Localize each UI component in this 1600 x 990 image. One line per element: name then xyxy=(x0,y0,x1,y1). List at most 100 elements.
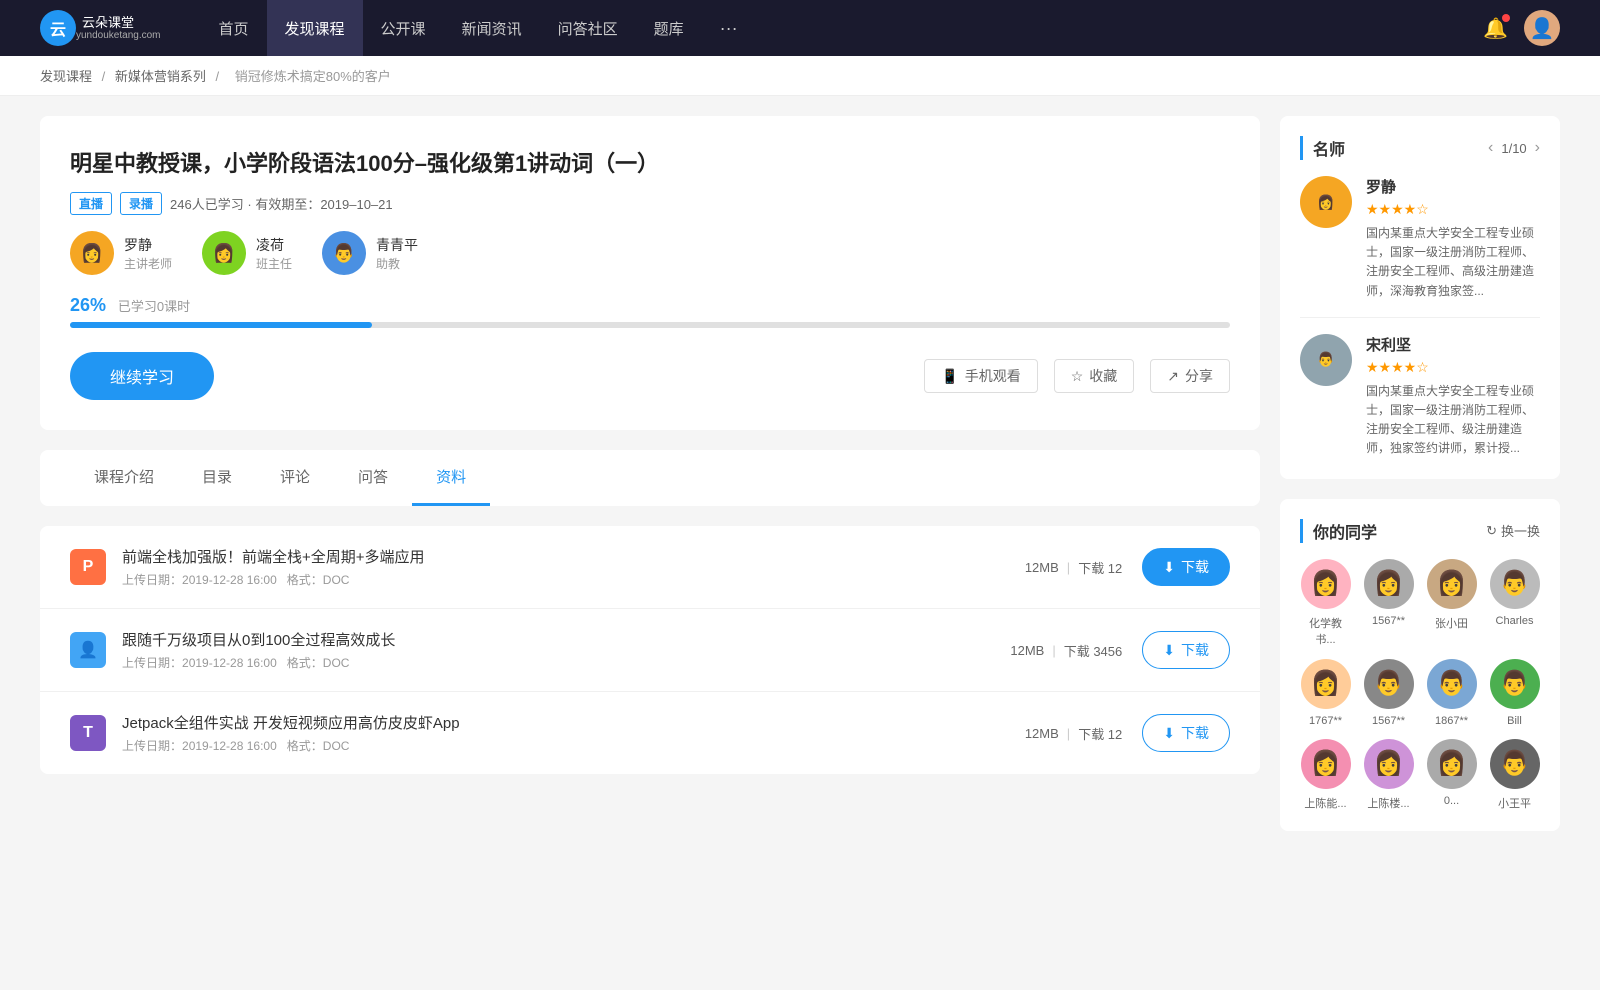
classmate-item-9: 👩 上陈能... xyxy=(1300,739,1351,811)
resource-meta-1: 上传日期：2019-12-28 16:00 格式：DOC xyxy=(122,571,1025,588)
classmates-grid: 👩 化学教书... 👩 1567** 👩 张小田 👨 Charles 👩 xyxy=(1300,559,1540,811)
teacher-name-3: 青青平 xyxy=(376,235,418,255)
teacher-role-3: 助教 xyxy=(376,255,418,272)
classmate-avatar-8: 👨 xyxy=(1490,659,1540,709)
logo[interactable]: 云 云朵课堂 yundouketang.com xyxy=(40,10,161,46)
tab-catalog[interactable]: 目录 xyxy=(178,450,256,506)
navbar: 云 云朵课堂 yundouketang.com 首页 发现课程 公开课 新闻资讯… xyxy=(0,0,1600,56)
nav-discover[interactable]: 发现课程 xyxy=(267,0,363,56)
logo-icon: 云 xyxy=(40,10,76,46)
resource-meta-3: 上传日期：2019-12-28 16:00 格式：DOC xyxy=(122,737,1025,754)
course-title: 明星中教授课，小学阶段语法100分–强化级第1讲动词（一） xyxy=(70,146,1230,178)
teacher-card-name-1: 罗静 xyxy=(1366,176,1540,197)
download-button-1[interactable]: ⬇ 下载 xyxy=(1142,548,1230,586)
classmate-avatar-9: 👩 xyxy=(1301,739,1351,789)
classmate-avatar-2: 👩 xyxy=(1364,559,1414,609)
classmate-avatar-5: 👩 xyxy=(1301,659,1351,709)
download-button-2[interactable]: ⬇ 下载 xyxy=(1142,631,1230,669)
teacher-card-avatar-1: 👩 xyxy=(1300,176,1352,228)
classmate-name-2: 1567** xyxy=(1372,615,1405,627)
resource-name-1: 前端全栈加强版！前端全栈+全周期+多端应用 xyxy=(122,546,1025,567)
classmate-name-10: 上陈楼... xyxy=(1367,795,1409,811)
nav-qa[interactable]: 问答社区 xyxy=(540,0,636,56)
progress-section: 26% 已学习0课时 xyxy=(70,295,1230,328)
panel-next-btn[interactable]: › xyxy=(1535,139,1540,157)
nav-home[interactable]: 首页 xyxy=(201,0,267,56)
classmates-title: 你的同学 xyxy=(1300,519,1377,543)
breadcrumb-sep-1: / xyxy=(102,69,109,84)
panel-prev-btn[interactable]: ‹ xyxy=(1488,139,1493,157)
nav-items: 首页 发现课程 公开课 新闻资讯 问答社区 题库 ··· xyxy=(201,0,1484,56)
phone-icon: 📱 xyxy=(941,368,958,385)
download-icon-3: ⬇ xyxy=(1163,725,1175,742)
resource-list: P 前端全栈加强版！前端全栈+全周期+多端应用 上传日期：2019-12-28 … xyxy=(40,526,1260,774)
breadcrumb: 发现课程 / 新媒体营销系列 / 销冠修炼术搞定80%的客户 xyxy=(0,56,1600,96)
course-card: 明星中教授课，小学阶段语法100分–强化级第1讲动词（一） 直播 录播 246人… xyxy=(40,116,1260,430)
panel-nav: ‹ 1/10 › xyxy=(1488,139,1540,157)
classmate-name-1: 化学教书... xyxy=(1300,615,1351,647)
classmate-avatar-6: 👨 xyxy=(1364,659,1414,709)
resource-stats-1: 12MB | 下载 12 xyxy=(1025,558,1122,577)
action-btns: 📱 手机观看 ☆ 收藏 ↗ 分享 xyxy=(924,359,1230,393)
breadcrumb-link-series[interactable]: 新媒体营销系列 xyxy=(115,69,206,84)
resource-name-2: 跟随千万级项目从0到100全过程高效成长 xyxy=(122,629,1010,650)
resource-info-2: 跟随千万级项目从0到100全过程高效成长 上传日期：2019-12-28 16:… xyxy=(122,629,1010,671)
badge-record: 录播 xyxy=(120,192,162,215)
classmate-item-2: 👩 1567** xyxy=(1363,559,1414,647)
nav-exam[interactable]: 题库 xyxy=(636,0,702,56)
classmate-item-10: 👩 上陈楼... xyxy=(1363,739,1414,811)
classmate-item-1: 👩 化学教书... xyxy=(1300,559,1351,647)
star-icon: ☆ xyxy=(1071,368,1084,385)
teacher-avatar-3: 👨 xyxy=(322,231,366,275)
collect-button[interactable]: ☆ 收藏 xyxy=(1054,359,1135,393)
download-button-3[interactable]: ⬇ 下载 xyxy=(1142,714,1230,752)
resource-info-3: Jetpack全组件实战 开发短视频应用高仿皮皮虾App 上传日期：2019-1… xyxy=(122,712,1025,754)
classmate-avatar-7: 👨 xyxy=(1427,659,1477,709)
nav-more[interactable]: ··· xyxy=(702,0,756,56)
tabs-bar: 课程介绍 目录 评论 问答 资料 xyxy=(40,450,1260,506)
tab-qa[interactable]: 问答 xyxy=(334,450,412,506)
classmate-item-7: 👨 1867** xyxy=(1426,659,1477,727)
progress-percent: 26% xyxy=(70,295,106,315)
tab-intro[interactable]: 课程介绍 xyxy=(70,450,178,506)
classmate-avatar-4: 👨 xyxy=(1490,559,1540,609)
right-sidebar: 名师 ‹ 1/10 › 👩 罗静 ★★★★☆ 国内某重点大学安全工程专业硕士，国… xyxy=(1280,116,1560,831)
teacher-card-desc-1: 国内某重点大学安全工程专业硕士，国家一级注册消防工程师、注册安全工程师、高级注册… xyxy=(1366,224,1540,301)
teacher-card-info-2: 宋利坚 ★★★★☆ 国内某重点大学安全工程专业硕士，国家一级注册消防工程师、注册… xyxy=(1366,334,1540,459)
classmate-avatar-10: 👩 xyxy=(1364,739,1414,789)
breadcrumb-link-discover[interactable]: 发现课程 xyxy=(40,69,92,84)
share-button[interactable]: ↗ 分享 xyxy=(1150,359,1230,393)
classmates-header: 你的同学 ↻ 换一换 xyxy=(1300,519,1540,543)
user-avatar[interactable]: 👤 xyxy=(1524,10,1560,46)
classmate-name-7: 1867** xyxy=(1435,715,1468,727)
teacher-card-desc-2: 国内某重点大学安全工程专业硕士，国家一级注册消防工程师、注册安全工程师、级注册建… xyxy=(1366,382,1540,459)
breadcrumb-sep-2: / xyxy=(216,69,223,84)
classmate-item-6: 👨 1567** xyxy=(1363,659,1414,727)
teacher-role-1: 主讲老师 xyxy=(124,255,172,272)
progress-fill xyxy=(70,322,372,328)
teacher-card-info-1: 罗静 ★★★★☆ 国内某重点大学安全工程专业硕士，国家一级注册消防工程师、注册安… xyxy=(1366,176,1540,301)
nav-public[interactable]: 公开课 xyxy=(363,0,444,56)
classmate-item-5: 👩 1767** xyxy=(1300,659,1351,727)
classmate-item-3: 👩 张小田 xyxy=(1426,559,1477,647)
download-icon-1: ⬇ xyxy=(1163,559,1175,576)
teacher-name-1: 罗静 xyxy=(124,235,172,255)
classmate-name-11: 0... xyxy=(1444,795,1459,807)
teacher-stars-1: ★★★★☆ xyxy=(1366,201,1540,218)
phone-watch-button[interactable]: 📱 手机观看 xyxy=(924,359,1037,393)
teacher-item-1: 👩 罗静 主讲老师 xyxy=(70,231,172,275)
tab-resources[interactable]: 资料 xyxy=(412,450,490,506)
tab-comment[interactable]: 评论 xyxy=(256,450,334,506)
resource-icon-3: T xyxy=(70,715,106,751)
refresh-button[interactable]: ↻ 换一换 xyxy=(1486,521,1540,540)
resource-icon-2: 👤 xyxy=(70,632,106,668)
classmate-name-8: Bill xyxy=(1507,715,1522,727)
panel-page: 1/10 xyxy=(1501,141,1526,156)
continue-button[interactable]: 继续学习 xyxy=(70,352,214,400)
nav-news[interactable]: 新闻资讯 xyxy=(444,0,540,56)
classmate-name-4: Charles xyxy=(1496,615,1534,627)
left-content: 明星中教授课，小学阶段语法100分–强化级第1讲动词（一） 直播 录播 246人… xyxy=(40,116,1260,831)
logo-text: 云朵课堂 yundouketang.com xyxy=(76,15,161,42)
resource-name-3: Jetpack全组件实战 开发短视频应用高仿皮皮虾App xyxy=(122,712,1025,733)
bell-icon[interactable]: 🔔 xyxy=(1483,16,1508,41)
